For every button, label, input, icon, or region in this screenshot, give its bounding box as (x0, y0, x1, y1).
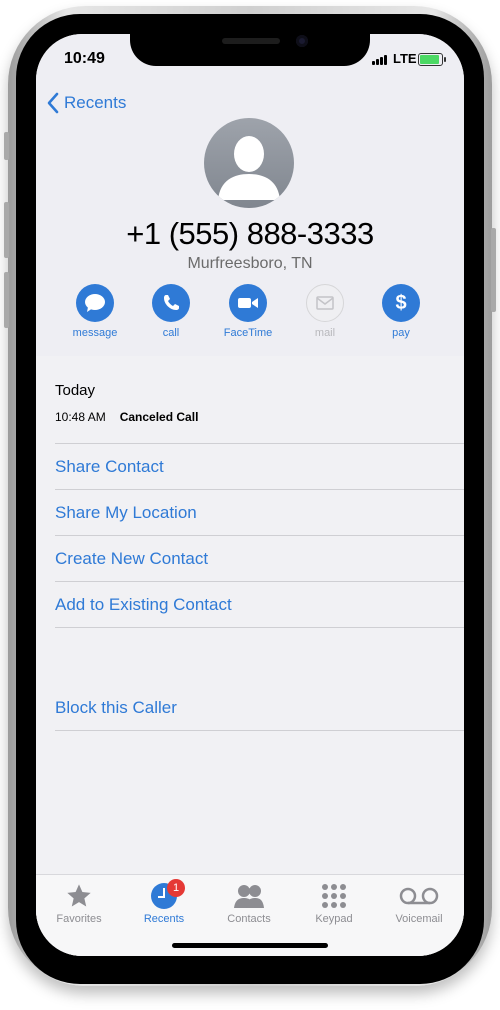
pay-label: pay (392, 327, 410, 339)
call-button[interactable]: call (136, 284, 206, 339)
tab-label: Contacts (227, 913, 271, 925)
back-label: Recents (64, 93, 127, 112)
divider (55, 489, 464, 490)
video-icon (229, 284, 267, 322)
keypad-icon (291, 881, 377, 911)
speaker (222, 38, 280, 44)
battery-tip (444, 57, 446, 62)
contacts-icon (206, 881, 292, 911)
chevron-left-icon (47, 92, 59, 114)
action-bar: message call FaceTime mail $ pay (36, 284, 464, 344)
divider (55, 581, 464, 582)
volume-up-button (4, 202, 9, 258)
voicemail-icon (376, 881, 462, 911)
clock-icon (121, 881, 207, 911)
back-button[interactable]: Recents (46, 90, 126, 116)
call-label: call (162, 327, 180, 339)
dollar-icon: $ (382, 284, 420, 322)
tab-label: Favorites (56, 913, 102, 925)
star-icon (36, 881, 122, 911)
share-contact-option[interactable]: Share Contact (55, 457, 164, 477)
volume-down-button (4, 272, 9, 328)
mail-label: mail (314, 327, 336, 339)
tab-voicemail[interactable]: Voicemail (376, 881, 462, 925)
divider (55, 443, 464, 444)
tab-recents[interactable]: 1 Recents (121, 879, 207, 925)
front-camera (296, 35, 308, 47)
mute-switch (4, 132, 9, 160)
call-type: Canceled Call (119, 410, 199, 424)
divider (55, 627, 464, 628)
tab-label: Keypad (315, 913, 353, 925)
add-existing-contact-option[interactable]: Add to Existing Contact (55, 595, 232, 615)
recents-badge: 1 (167, 879, 185, 897)
screen: 10:49 LTE Recents +1 (555) 888-3333 Murf… (36, 34, 464, 956)
tab-keypad[interactable]: Keypad (291, 881, 377, 925)
pay-button[interactable]: $ pay (366, 284, 436, 339)
contact-location: Murfreesboro, TN (187, 255, 313, 272)
facetime-button[interactable]: FaceTime (213, 284, 283, 339)
phone-icon (152, 284, 190, 322)
history-day: Today (55, 382, 96, 399)
side-button (491, 228, 496, 312)
divider (55, 535, 464, 536)
facetime-label: FaceTime (223, 327, 273, 339)
notch (130, 26, 370, 66)
person-silhouette-icon (218, 136, 280, 200)
call-time: 10:48 AM (55, 410, 106, 424)
avatar (204, 118, 294, 208)
create-contact-option[interactable]: Create New Contact (55, 549, 208, 569)
tab-favorites[interactable]: Favorites (36, 881, 122, 925)
contact-number: +1 (555) 888-3333 (126, 216, 374, 251)
share-location-option[interactable]: Share My Location (55, 503, 197, 523)
block-caller-option[interactable]: Block this Caller (55, 698, 177, 718)
network-type: LTE (393, 51, 417, 66)
mail-button[interactable]: mail (290, 284, 360, 339)
status-time: 10:49 (64, 50, 105, 67)
divider (55, 730, 464, 731)
message-button[interactable]: message (60, 284, 130, 339)
call-history-row: 10:48 AM Canceled Call (55, 410, 198, 424)
home-indicator[interactable] (172, 943, 328, 948)
message-icon (76, 284, 114, 322)
tab-label: Recents (143, 913, 185, 925)
details-panel (36, 356, 464, 956)
mail-icon (306, 284, 344, 322)
tab-contacts[interactable]: Contacts (206, 881, 292, 925)
message-label: message (72, 327, 118, 339)
battery-icon (418, 53, 443, 66)
tab-label: Voicemail (395, 913, 443, 925)
